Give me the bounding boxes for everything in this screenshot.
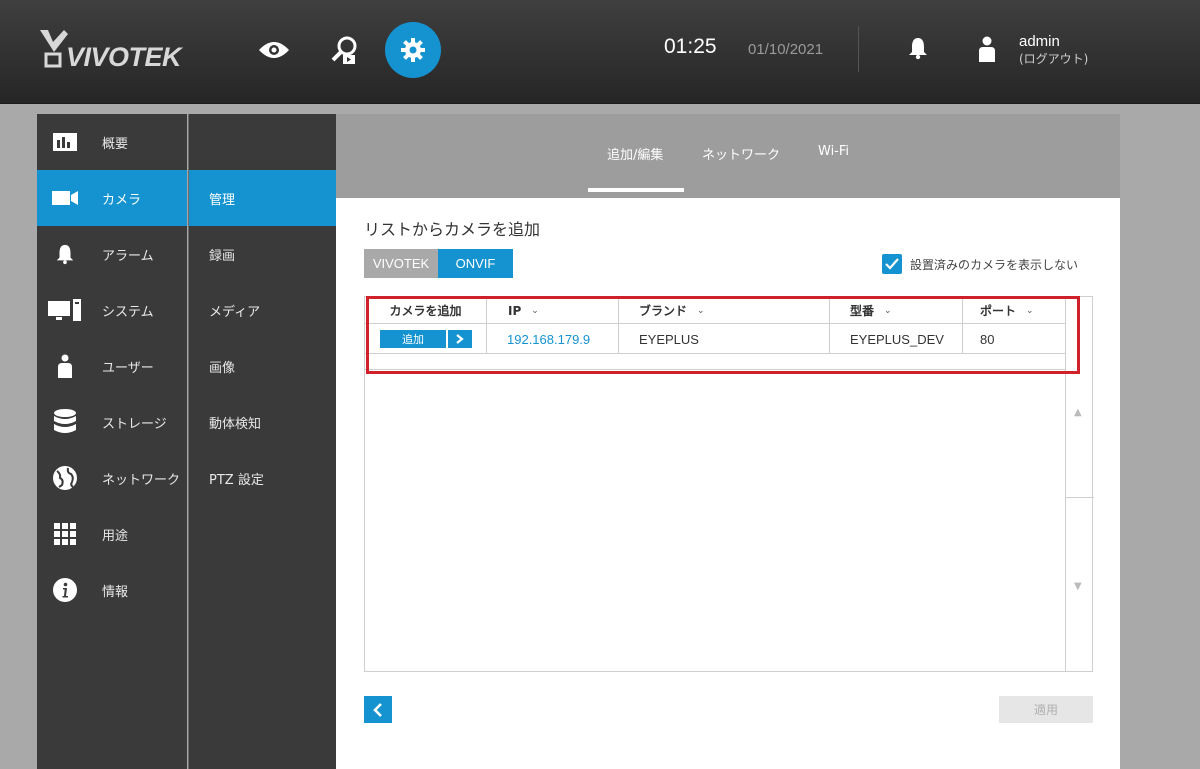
sidebar-item-label: 情報 — [102, 584, 129, 600]
chart-icon — [37, 114, 93, 170]
info-icon — [37, 562, 93, 618]
subnav-item-media[interactable]: メディア — [189, 282, 337, 338]
sidebar-item-overview[interactable]: 概要 — [37, 114, 187, 170]
user-icon — [979, 36, 995, 62]
scrollbar-divider — [1066, 497, 1094, 498]
apply-button[interactable]: 適用 — [999, 696, 1093, 723]
sidebar-item-label: アラーム — [102, 248, 154, 264]
back-button[interactable] — [364, 696, 392, 723]
subnav-item-image[interactable]: 画像 — [189, 338, 337, 394]
sidebar-item-network[interactable]: ネットワーク — [37, 450, 187, 506]
sidebar-item-alarm[interactable]: アラーム — [37, 226, 187, 282]
sidebar-item-label: システム — [102, 304, 154, 320]
sidebar-item-label: 用途 — [102, 528, 129, 544]
sidebar-item-info[interactable]: 情報 — [37, 562, 187, 618]
top-header: VIVOTEK 01:25 01/10/2021 admin (ログアウト) — [0, 0, 1200, 104]
scroll-up-icon[interactable]: ▲ — [1074, 407, 1082, 418]
grid-icon — [37, 506, 93, 562]
sidebar-item-label: ユーザー — [102, 360, 154, 376]
settings-button[interactable] — [385, 22, 441, 78]
tab-wifi[interactable]: Wi-Fi — [818, 144, 849, 159]
header-divider — [858, 26, 859, 72]
logo-mark-icon — [40, 30, 68, 68]
sidebar-item-storage[interactable]: ストレージ — [37, 394, 187, 450]
live-view-button[interactable] — [246, 22, 302, 78]
notifications-button[interactable] — [906, 36, 930, 64]
search-playback-icon — [331, 36, 357, 64]
camera-icon — [37, 170, 93, 226]
tab-add-edit[interactable]: 追加/編集 — [607, 144, 663, 163]
main-sidebar: 概要 カメラ アラーム システム ユーザー ストレージ ネットワーク 用途 情報 — [37, 114, 187, 769]
sidebar-item-label: ネットワーク — [102, 472, 181, 488]
section-title: リストからカメラを追加 — [364, 220, 541, 239]
scroll-down-icon[interactable]: ▼ — [1074, 581, 1082, 592]
sidebar-item-camera[interactable]: カメラ — [37, 170, 187, 226]
subnav-item-motion-detection[interactable]: 動体検知 — [189, 394, 337, 450]
user-menu-button[interactable] — [976, 36, 998, 66]
sidebar-item-system[interactable]: システム — [37, 282, 187, 338]
checkmark-icon — [885, 258, 899, 270]
sidebar-item-usage[interactable]: 用途 — [37, 506, 187, 562]
main-panel: 追加/編集 ネットワーク Wi-Fi リストからカメラを追加 VIVOTEK O… — [336, 114, 1120, 769]
bell-icon — [909, 38, 927, 60]
sidebar-item-label: カメラ — [102, 192, 142, 208]
clock-time: 01:25 — [664, 35, 717, 58]
subnav-item-management[interactable]: 管理 — [189, 170, 337, 226]
user-icon — [37, 338, 93, 394]
sidebar-item-label: ストレージ — [102, 416, 167, 432]
playback-search-button[interactable] — [316, 22, 372, 78]
source-vivotek-button[interactable]: VIVOTEK — [364, 249, 438, 278]
chevron-left-icon — [373, 702, 382, 717]
subnav-item-recording[interactable]: 録画 — [189, 226, 337, 282]
camera-subnav: 管理 録画 メディア 画像 動体検知 PTZ 設定 — [188, 114, 337, 769]
sidebar-item-label: 概要 — [102, 136, 129, 152]
computer-icon — [37, 282, 93, 338]
tab-network[interactable]: ネットワーク — [702, 144, 780, 163]
logo-text: VIVOTEK — [66, 42, 182, 72]
subnav-item-ptz-settings[interactable]: PTZ 設定 — [189, 450, 337, 506]
eye-icon — [259, 42, 289, 58]
vivotek-logo: VIVOTEK — [38, 28, 198, 74]
database-icon — [37, 394, 93, 450]
source-onvif-button[interactable]: ONVIF — [438, 249, 513, 278]
active-tab-indicator — [588, 188, 684, 192]
bell-icon — [37, 226, 93, 282]
sidebar-item-user[interactable]: ユーザー — [37, 338, 187, 394]
globe-icon — [37, 450, 93, 506]
tab-bar: 追加/編集 ネットワーク Wi-Fi — [336, 114, 1120, 198]
logout-link[interactable]: (ログアウト) — [1019, 50, 1088, 67]
user-name: admin — [1019, 33, 1060, 50]
hide-installed-label: 設置済みのカメラを表示しない — [910, 258, 1079, 272]
hide-installed-checkbox[interactable] — [882, 254, 902, 274]
clock-date: 01/10/2021 — [748, 41, 824, 58]
annotation-highlight-box — [366, 296, 1080, 374]
gear-icon — [401, 38, 425, 62]
